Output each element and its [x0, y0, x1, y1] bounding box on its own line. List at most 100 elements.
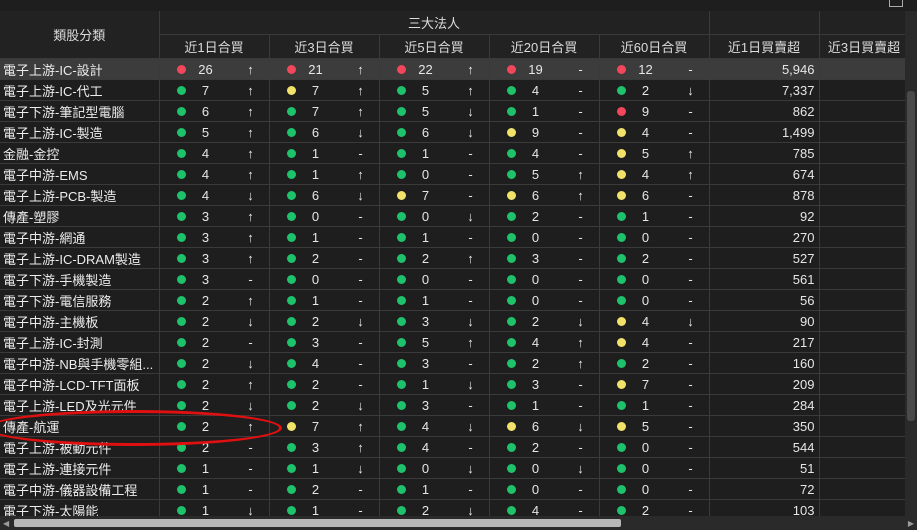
period-cell[interactable]: 0 ↓	[379, 205, 490, 227]
period-cell[interactable]: 1-	[159, 457, 270, 479]
table-row[interactable]: 電子上游-被動元件 2-3 ↑ 4-2-0-544	[0, 436, 910, 458]
period-cell[interactable]: 1-	[269, 142, 380, 164]
category-name-cell[interactable]: 電子中游-儀器設備工程	[0, 478, 160, 500]
category-name-cell[interactable]: 電子下游-電信服務	[0, 289, 160, 311]
net-buy-value-cell[interactable]: 51	[709, 457, 820, 479]
category-name-cell[interactable]: 電子上游-IC-代工	[0, 79, 160, 101]
period-cell[interactable]: 4-	[599, 121, 710, 143]
period-cell[interactable]: 0-	[489, 268, 600, 290]
table-row[interactable]: 電子上游-LED及光元件 2 ↓ 2 ↓ 3-1-1-284	[0, 394, 910, 416]
period-cell[interactable]: 2 ↓	[269, 394, 380, 416]
period-cell[interactable]: 3-	[379, 352, 490, 374]
column-header-net-3d[interactable]: 近3日買賣超	[819, 34, 910, 59]
period-cell[interactable]: 7 ↑	[159, 79, 270, 101]
net-buy-value-cell[interactable]: 561	[709, 268, 820, 290]
period-cell[interactable]: 3 ↓	[379, 310, 490, 332]
period-cell[interactable]: 22 ↑	[379, 58, 490, 80]
period-cell[interactable]: 3-	[379, 394, 490, 416]
period-cell[interactable]: 4 ↑	[599, 163, 710, 185]
period-cell[interactable]: 2-	[489, 436, 600, 458]
period-cell[interactable]: 1-	[599, 205, 710, 227]
net-buy-3d-cell[interactable]	[819, 436, 910, 458]
net-buy-3d-cell[interactable]	[819, 205, 910, 227]
period-cell[interactable]: 4 ↓	[379, 415, 490, 437]
category-name-cell[interactable]: 金融-金控	[0, 142, 160, 164]
category-name-cell[interactable]: 電子上游-連接元件	[0, 457, 160, 479]
period-cell[interactable]: 4 ↑	[489, 331, 600, 353]
period-cell[interactable]: 5 ↑	[599, 142, 710, 164]
period-cell[interactable]: 0-	[379, 268, 490, 290]
period-cell[interactable]: 2-	[159, 436, 270, 458]
period-cell[interactable]: 2-	[269, 247, 380, 269]
category-name-cell[interactable]: 電子下游-筆記型電腦	[0, 100, 160, 122]
period-cell[interactable]: 0-	[599, 226, 710, 248]
period-cell[interactable]: 4-	[489, 142, 600, 164]
period-cell[interactable]: 2 ↓	[159, 352, 270, 374]
period-cell[interactable]: 1 ↓	[379, 373, 490, 395]
scroll-right-icon[interactable]: ▶	[908, 519, 914, 528]
period-cell[interactable]: 7 ↑	[269, 415, 380, 437]
net-buy-value-cell[interactable]: 217	[709, 331, 820, 353]
period-cell[interactable]: 0-	[489, 478, 600, 500]
net-buy-value-cell[interactable]: 785	[709, 142, 820, 164]
table-row[interactable]: 電子上游-IC-DRAM製造 3 ↑ 2-2 ↑ 3-2-527	[0, 247, 910, 269]
period-cell[interactable]: 1-	[489, 394, 600, 416]
net-buy-3d-cell[interactable]	[819, 310, 910, 332]
period-cell[interactable]: 2-	[599, 247, 710, 269]
net-buy-3d-cell[interactable]	[819, 352, 910, 374]
period-cell[interactable]: 5 ↑	[159, 121, 270, 143]
net-buy-3d-cell[interactable]	[819, 478, 910, 500]
table-row[interactable]: 電子上游-PCB-製造 4 ↓ 6 ↓ 7-6 ↑ 6-878	[0, 184, 910, 206]
column-header-5d[interactable]: 近5日合買	[379, 34, 490, 59]
table-row[interactable]: 傳產-航運 2 ↑ 7 ↑ 4 ↓ 6 ↓ 5-350	[0, 415, 910, 437]
category-name-cell[interactable]: 電子中游-網通	[0, 226, 160, 248]
period-cell[interactable]: 1-	[269, 226, 380, 248]
period-cell[interactable]: 9-	[489, 121, 600, 143]
period-cell[interactable]: 0-	[489, 289, 600, 311]
column-header-60d[interactable]: 近60日合買	[599, 34, 710, 59]
net-buy-3d-cell[interactable]	[819, 121, 910, 143]
category-name-cell[interactable]: 電子中游-主機板	[0, 310, 160, 332]
horizontal-scroll-thumb[interactable]	[14, 519, 621, 527]
period-cell[interactable]: 3-	[159, 268, 270, 290]
column-header-net-1d[interactable]: 近1日買賣超	[709, 34, 820, 59]
net-buy-3d-cell[interactable]	[819, 373, 910, 395]
net-buy-3d-cell[interactable]	[819, 289, 910, 311]
period-cell[interactable]: 1-	[489, 100, 600, 122]
period-cell[interactable]: 1-	[269, 289, 380, 311]
period-cell[interactable]: 1-	[379, 226, 490, 248]
period-cell[interactable]: 2-	[269, 373, 380, 395]
table-row[interactable]: 金融-金控 4 ↑ 1-1-4-5 ↑ 785	[0, 142, 910, 164]
period-cell[interactable]: 1-	[379, 289, 490, 311]
period-cell[interactable]: 2 ↓	[159, 310, 270, 332]
scroll-left-icon[interactable]: ◀	[3, 519, 9, 528]
period-cell[interactable]: 19 -	[489, 58, 600, 80]
column-header-category[interactable]: 類股分類	[0, 11, 160, 59]
period-cell[interactable]: 4-	[269, 352, 380, 374]
table-row[interactable]: 電子上游-IC-封測 2-3-5 ↑ 4 ↑ 4-217	[0, 331, 910, 353]
table-row[interactable]: 電子中游-NB與手機零組... 2 ↓ 4-3-2 ↑ 2-160	[0, 352, 910, 374]
period-cell[interactable]: 4 ↓	[159, 184, 270, 206]
period-cell[interactable]: 5 ↑	[489, 163, 600, 185]
period-cell[interactable]: 3-	[269, 331, 380, 353]
net-buy-3d-cell[interactable]	[819, 79, 910, 101]
period-cell[interactable]: 4 ↑	[159, 163, 270, 185]
period-cell[interactable]: 5 ↑	[379, 331, 490, 353]
net-buy-3d-cell[interactable]	[819, 415, 910, 437]
period-cell[interactable]: 12 -	[599, 58, 710, 80]
table-row[interactable]: 電子中游-主機板 2 ↓ 2 ↓ 3 ↓ 2 ↓ 4 ↓ 90	[0, 310, 910, 332]
net-buy-value-cell[interactable]: 878	[709, 184, 820, 206]
category-name-cell[interactable]: 電子上游-IC-封測	[0, 331, 160, 353]
table-row[interactable]: 傳產-塑膠 3 ↑ 0-0 ↓ 2-1-92	[0, 205, 910, 227]
category-name-cell[interactable]: 電子上游-LED及光元件	[0, 394, 160, 416]
period-cell[interactable]: 5 ↓	[379, 100, 490, 122]
period-cell[interactable]: 2 ↓	[159, 394, 270, 416]
period-cell[interactable]: 1-	[159, 478, 270, 500]
net-buy-value-cell[interactable]: 527	[709, 247, 820, 269]
period-cell[interactable]: 5-	[599, 415, 710, 437]
period-cell[interactable]: 1-	[379, 478, 490, 500]
period-cell[interactable]: 0-	[599, 457, 710, 479]
net-buy-3d-cell[interactable]	[819, 394, 910, 416]
period-cell[interactable]: 1-	[599, 394, 710, 416]
period-cell[interactable]: 2-	[489, 205, 600, 227]
